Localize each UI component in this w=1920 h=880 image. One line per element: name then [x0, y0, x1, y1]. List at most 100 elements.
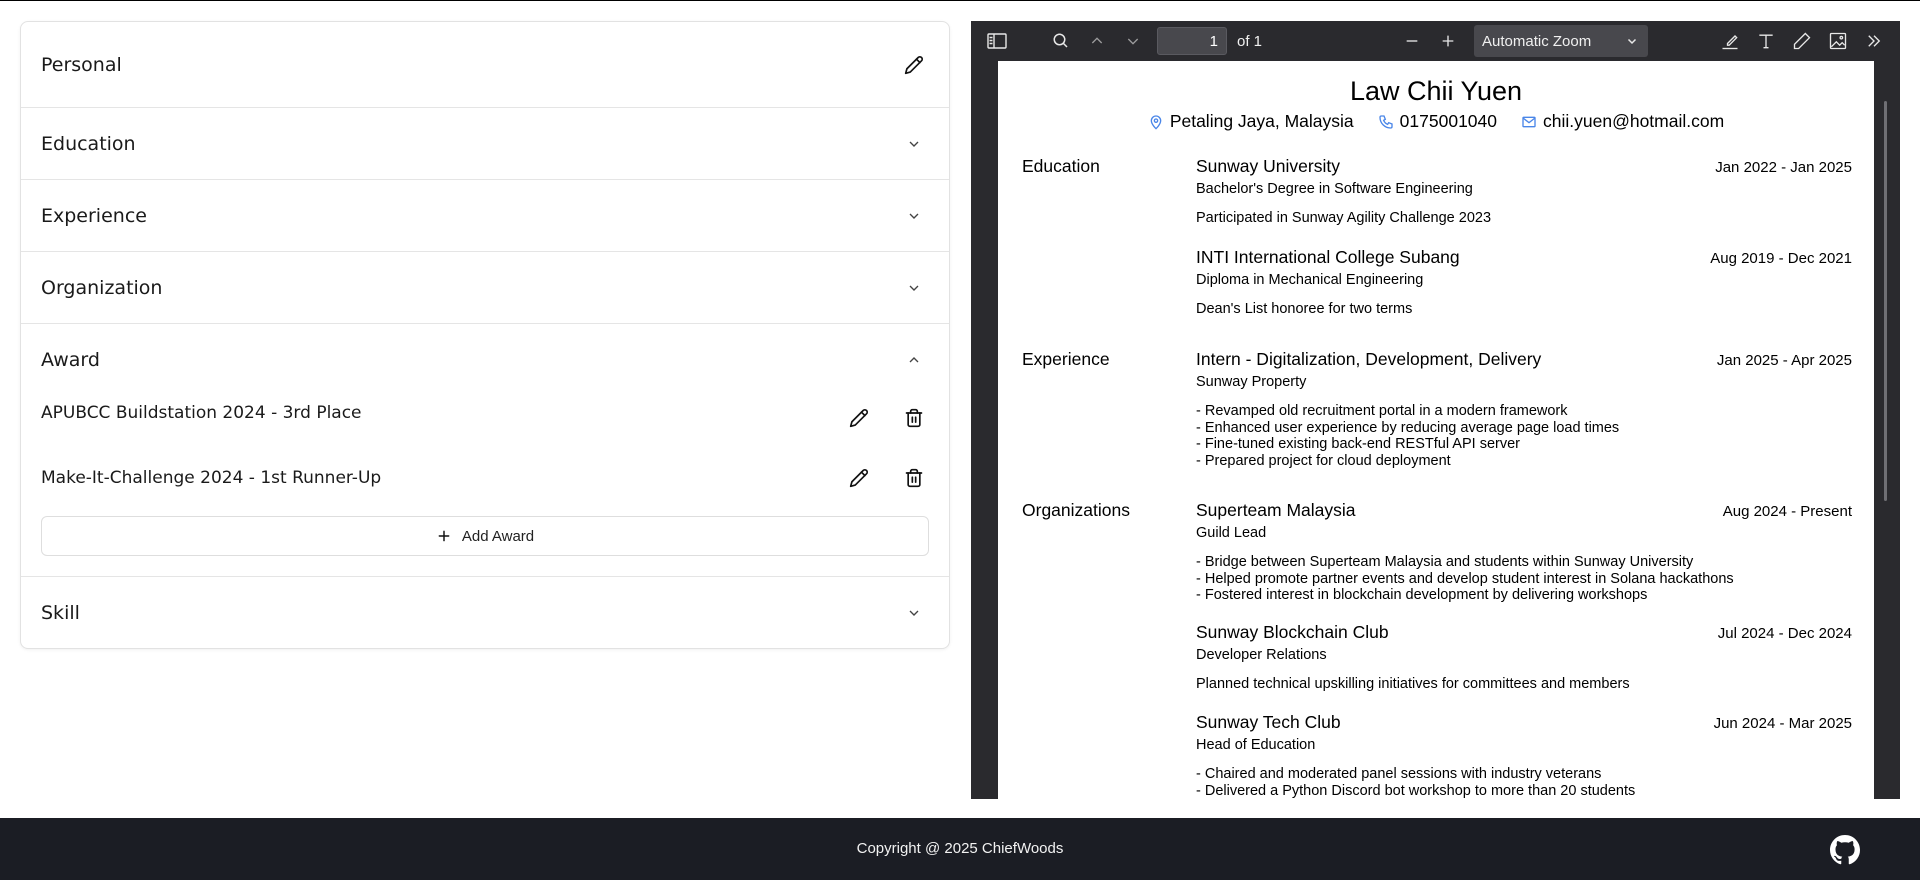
entry-date: Jun 2024 - Mar 2025 [1713, 715, 1852, 732]
chevron-up-icon [899, 345, 929, 375]
viewer-scrollbar[interactable] [1874, 61, 1900, 799]
bullet: - Prepared project for cloud deployment [1196, 452, 1451, 469]
section-organization-header[interactable]: Organization [21, 252, 949, 323]
delete-award-button[interactable] [899, 403, 929, 433]
zoom-select[interactable]: Automatic Zoom [1474, 25, 1649, 57]
entry-subtitle: Bachelor's Degree in Software Engineerin… [1196, 181, 1473, 197]
section-skill: Skill [21, 577, 949, 648]
bullet: - Helped promote partner events and deve… [1196, 570, 1734, 587]
section-experience-header[interactable]: Experience [21, 180, 949, 251]
resume-phone: 0175001040 [1399, 111, 1497, 131]
organization-entry: Superteam Malaysia Aug 2024 - Present Gui… [1196, 500, 1852, 604]
chevron-down-icon [899, 129, 929, 159]
pdf-page: Law Chii Yuen Petaling Jaya, Malaysia 01… [998, 61, 1874, 799]
zoom-out-button[interactable] [1394, 26, 1430, 56]
section-award-header[interactable]: Award [21, 324, 949, 395]
delete-award-button[interactable] [899, 463, 929, 493]
section-organization: Organization [21, 252, 949, 324]
bullet: - Bridge between Superteam Malaysia and … [1196, 554, 1694, 570]
section-education-header[interactable]: Education [21, 108, 949, 179]
entry-title: Superteam Malaysia [1196, 500, 1356, 520]
resume-contact: Petaling Jaya, Malaysia 0175001040 chii.… [998, 111, 1874, 132]
section-personal-title: Personal [41, 53, 122, 76]
search-icon [1053, 33, 1068, 48]
section-personal-header[interactable]: Personal [21, 22, 949, 107]
entry-title: Sunway Tech Club [1196, 712, 1341, 732]
section-skill-title: Skill [41, 601, 80, 624]
entry-subtitle: Head of Education [1196, 737, 1316, 753]
more-tools-button[interactable] [1856, 26, 1892, 56]
zoom-in-button[interactable] [1430, 26, 1466, 56]
chevron-down-icon [1628, 38, 1637, 45]
minus-icon [1406, 40, 1418, 42]
section-experience: Experience [21, 180, 949, 252]
entry-description: - Chaired and moderated panel sessions w… [1196, 766, 1852, 799]
arrow-down-icon [1127, 38, 1139, 45]
text-icon [1759, 34, 1773, 49]
organizations-label: Organizations [1022, 500, 1130, 520]
github-icon [1830, 835, 1860, 865]
pencil-icon [849, 468, 868, 487]
pdf-viewer: of 1 Automatic Zoom La [971, 21, 1900, 799]
entry-description: Participated in Sunway Agility Challenge… [1196, 210, 1492, 226]
find-button[interactable] [1043, 26, 1079, 56]
education-entry: INTI International College Subang Aug 201… [1196, 247, 1852, 318]
text-button[interactable] [1748, 26, 1784, 56]
sidebar-toggle-button[interactable] [979, 26, 1015, 56]
bullet: - Fostered interest in blockchain develo… [1196, 587, 1648, 603]
resume-email: chii.yuen@hotmail.com [1543, 111, 1725, 131]
entry-date: Jan 2022 - Jan 2025 [1715, 159, 1852, 176]
edit-award-button[interactable] [844, 403, 874, 433]
image-icon [1829, 32, 1847, 50]
edit-award-button[interactable] [844, 463, 874, 493]
page-number-input[interactable] [1157, 27, 1227, 55]
award-name: Make-It-Challenge 2024 - 1st Runner-Up [41, 467, 382, 488]
phone-icon [1379, 114, 1393, 129]
mail-icon [1522, 116, 1536, 127]
entry-subtitle: Guild Lead [1196, 525, 1267, 541]
top-border [0, 0, 1920, 1]
resume-editor: Personal Education Experience Organizati… [20, 21, 950, 649]
trash-icon [905, 408, 923, 428]
viewer-left-gutter [971, 61, 998, 799]
award-item: APUBCC Buildstation 2024 - 3rd Place [41, 395, 929, 445]
scrollbar-thumb[interactable] [1884, 101, 1887, 501]
award-item: Make-It-Challenge 2024 - 1st Runner-Up [41, 445, 929, 510]
edit-personal-button[interactable] [899, 50, 929, 80]
github-link[interactable] [1830, 835, 1860, 865]
section-education-title: Education [41, 132, 136, 155]
entry-subtitle: Sunway Property [1196, 374, 1307, 390]
image-button[interactable] [1820, 26, 1856, 56]
add-award-label: Add Award [461, 527, 535, 545]
entry-title: Intern - Digitalization, Development, De… [1196, 349, 1542, 369]
bullet: - Revamped old recruitment portal in a m… [1196, 403, 1568, 419]
draw-button[interactable] [1784, 26, 1820, 56]
page-count: of 1 [1237, 32, 1263, 50]
pencil-icon [904, 55, 923, 74]
trash-icon [905, 468, 923, 487]
sidebar-toggle-icon [987, 33, 1007, 49]
previous-page-button[interactable] [1079, 26, 1115, 56]
next-page-button[interactable] [1115, 26, 1151, 56]
entry-description: Planned technical upskilling initiatives… [1196, 676, 1852, 693]
organization-entry: Sunway Tech Club Jun 2024 - Mar 2025 Head… [1196, 712, 1852, 799]
arrow-up-icon [1091, 37, 1103, 44]
section-skill-header[interactable]: Skill [21, 577, 949, 648]
add-award-button[interactable]: Add Award [41, 516, 929, 556]
experience-label: Experience [1022, 349, 1110, 369]
bullet: - Chaired and moderated panel sessions w… [1196, 766, 1602, 782]
entry-date: Aug 2019 - Dec 2021 [1710, 250, 1852, 267]
entry-date: Jan 2025 - Apr 2025 [1716, 352, 1852, 369]
education-label: Education [1022, 156, 1100, 176]
section-personal: Personal [21, 22, 949, 108]
section-education: Education [21, 108, 949, 180]
experience-entry: Intern - Digitalization, Development, De… [1196, 349, 1852, 469]
entry-date: Jul 2024 - Dec 2024 [1717, 625, 1852, 642]
section-award-title: Award [41, 348, 100, 371]
entry-subtitle: Diploma in Mechanical Engineering [1196, 272, 1424, 288]
award-list: APUBCC Buildstation 2024 - 3rd Place Mak… [21, 395, 949, 576]
education-entry: Sunway University Jan 2022 - Jan 2025 Bac… [1196, 156, 1852, 227]
zoom-value: Automatic Zoom [1482, 32, 1592, 50]
highlight-button[interactable] [1712, 26, 1748, 56]
entry-title: INTI International College Subang [1196, 247, 1460, 267]
